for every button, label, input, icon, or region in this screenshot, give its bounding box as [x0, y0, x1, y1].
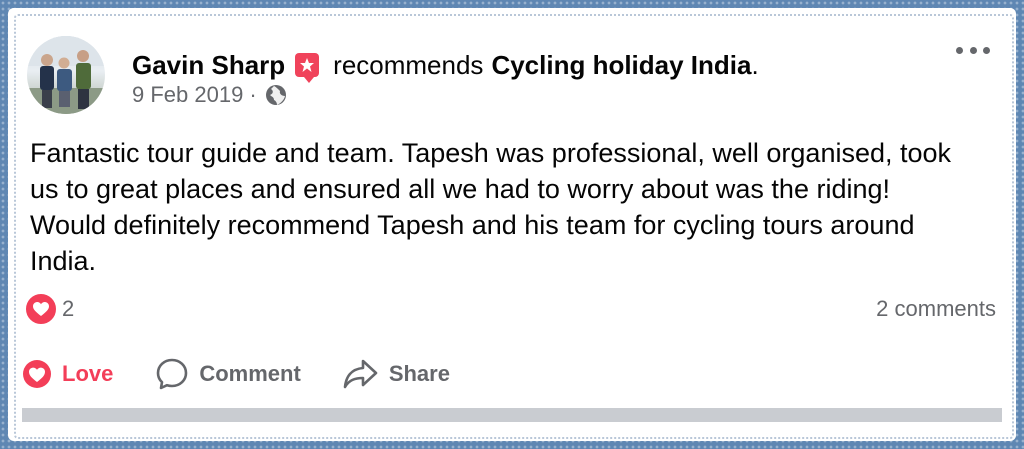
- card-bottom-divider: [22, 408, 1002, 422]
- share-label: Share: [388, 361, 450, 386]
- more-dot: [969, 46, 977, 54]
- more-options-icon[interactable]: [956, 42, 990, 58]
- love-button[interactable]: Love: [22, 359, 113, 389]
- action-bar: Love Comment Share: [22, 352, 1002, 396]
- comment-icon: [157, 358, 188, 390]
- avatar[interactable]: [27, 36, 105, 114]
- share-button[interactable]: Share: [343, 358, 450, 390]
- post-header-line: Gavin Sharp recommends Cycling holiday I…: [132, 48, 759, 83]
- comment-label: Comment: [199, 361, 301, 386]
- more-dot: [983, 46, 990, 54]
- recommended-page-name[interactable]: Cycling holiday India: [491, 50, 751, 81]
- love-reaction-icon[interactable]: [24, 292, 58, 326]
- globe-icon[interactable]: [265, 84, 287, 106]
- post-body: Fantastic tour guide and team. Tapesh wa…: [30, 138, 952, 276]
- recommend-star-icon: [295, 53, 320, 83]
- header-punctuation: .: [751, 49, 759, 80]
- love-label: Love: [62, 361, 114, 386]
- reaction-count[interactable]: 2: [62, 296, 74, 322]
- more-dot: [956, 46, 963, 54]
- avatar-photo: [27, 36, 105, 114]
- love-icon: [23, 360, 51, 388]
- comment-button[interactable]: Comment: [155, 357, 301, 391]
- recommends-verb: recommends: [333, 49, 484, 80]
- meta-separator: ·: [249, 82, 257, 107]
- post-card: Gavin Sharp recommends Cycling holiday I…: [22, 20, 1002, 430]
- post-meta: 9 Feb 2019 ·: [132, 82, 287, 108]
- share-icon: [343, 359, 378, 389]
- comments-count[interactable]: 2 comments: [876, 296, 996, 322]
- author-name[interactable]: Gavin Sharp: [132, 50, 285, 81]
- post-date[interactable]: 9 Feb 2019: [132, 82, 243, 108]
- post-stats: 2 2 comments: [22, 288, 1002, 328]
